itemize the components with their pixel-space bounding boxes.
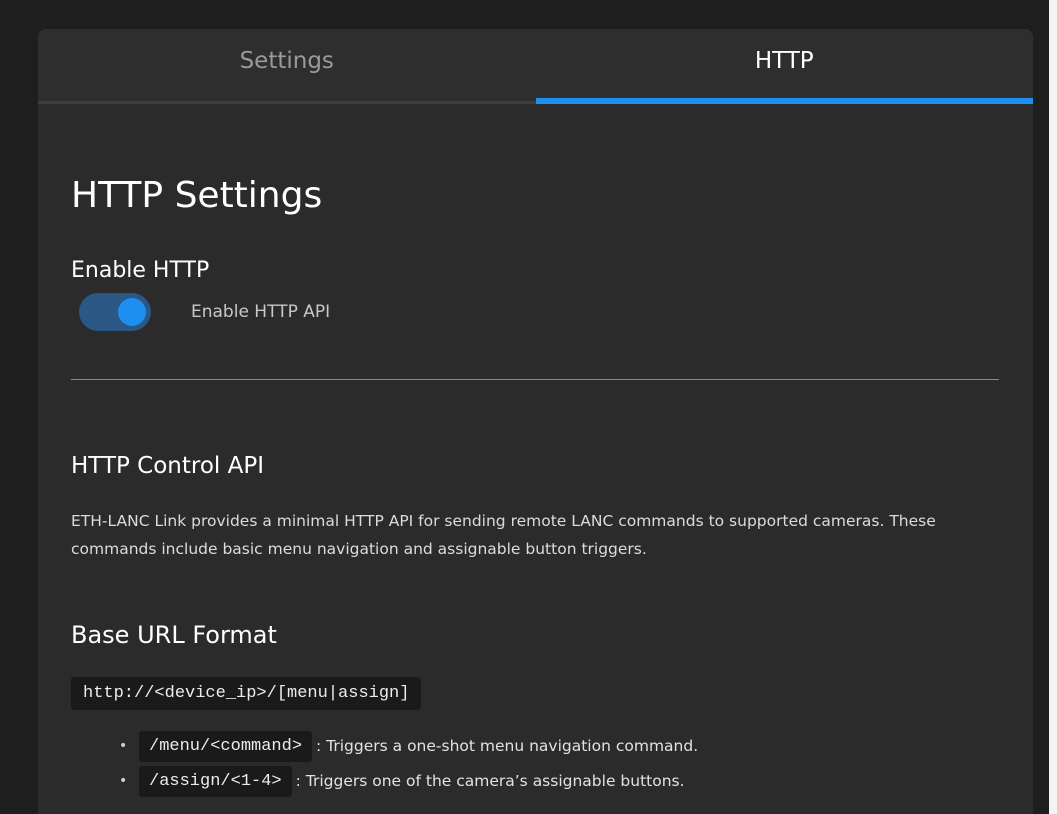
http-settings-panel: Settings HTTP HTTP Settings Enable HTTP … [38, 29, 1033, 814]
bullet-icon: • [119, 738, 128, 754]
tab-http[interactable]: HTTP [535, 29, 1034, 104]
tab-bar: Settings HTTP [38, 29, 1033, 104]
enable-http-heading: Enable HTTP [71, 258, 210, 283]
base-url-heading: Base URL Format [71, 621, 277, 649]
endpoint-path: /menu/<command> [139, 730, 313, 762]
endpoint-description: : Triggers one of the camera’s assignabl… [295, 772, 685, 790]
endpoint-path: /assign/<1-4> [139, 765, 292, 797]
section-divider [71, 379, 999, 380]
api-heading: HTTP Control API [71, 453, 265, 479]
enable-http-row: Enable HTTP API [79, 293, 330, 331]
endpoint-list: • /menu/<command> : Triggers a one-shot … [119, 730, 698, 800]
endpoint-description: : Triggers a one-shot menu navigation co… [316, 737, 699, 755]
tab-settings[interactable]: Settings [38, 29, 536, 101]
list-item: • /menu/<command> : Triggers a one-shot … [119, 730, 698, 762]
base-url-code: http://<device_ip>/[menu|assign] [71, 677, 422, 710]
window-edge [1049, 0, 1057, 814]
page-title: HTTP Settings [71, 175, 323, 216]
enable-http-toggle[interactable] [79, 293, 151, 331]
enable-http-label: Enable HTTP API [191, 302, 331, 322]
bullet-icon: • [119, 773, 128, 789]
list-item: • /assign/<1-4> : Triggers one of the ca… [119, 765, 698, 797]
api-description: ETH-LANC Link provides a minimal HTTP AP… [71, 512, 936, 558]
toggle-knob [118, 298, 146, 326]
